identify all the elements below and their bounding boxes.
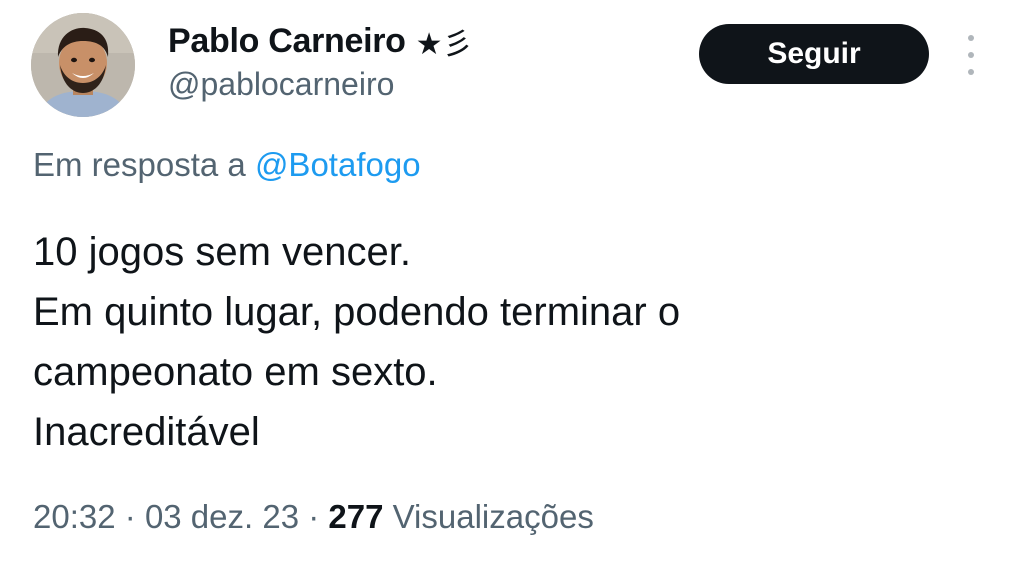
follow-button[interactable]: Seguir xyxy=(699,24,929,84)
views-label: Visualizações xyxy=(392,498,594,535)
reply-prefix: Em resposta a xyxy=(33,146,246,183)
author-handle[interactable]: @pablocarneiro xyxy=(168,66,394,103)
reply-context: Em resposta a @Botafogo xyxy=(33,146,421,184)
tweet-text-line: Inacreditável xyxy=(33,410,260,454)
author-badge: ★彡 xyxy=(415,28,473,61)
tweet-text-line: Em quinto lugar, podendo terminar o xyxy=(33,290,681,334)
more-vertical-icon[interactable] xyxy=(960,35,982,75)
tweet-text-line: 10 jogos sem vencer. xyxy=(33,230,411,274)
meta-separator: · xyxy=(308,498,320,535)
tweet-text-line: campeonato em sexto. xyxy=(33,350,438,394)
more-dot xyxy=(968,69,974,75)
meta-separator: · xyxy=(124,498,136,535)
tweet: Pablo Carneiro ★彡 @pablocarneiro Seguir … xyxy=(0,0,1024,575)
tweet-text: 10 jogos sem vencer. Em quinto lugar, po… xyxy=(33,222,993,462)
reply-mention-link[interactable]: @Botafogo xyxy=(255,146,421,183)
author-display-name[interactable]: Pablo Carneiro xyxy=(168,22,406,61)
views-count: 277 xyxy=(328,498,384,535)
avatar[interactable] xyxy=(31,13,135,117)
more-dot xyxy=(968,52,974,58)
author-name-row: Pablo Carneiro ★彡 xyxy=(168,18,473,64)
avatar-image xyxy=(31,13,135,117)
tweet-time[interactable]: 20:32 xyxy=(33,498,116,535)
tweet-meta: 20:32 · 03 dez. 23 · 277 Visualizações xyxy=(33,498,594,536)
more-dot xyxy=(968,35,974,41)
tweet-date[interactable]: 03 dez. 23 xyxy=(145,498,299,535)
